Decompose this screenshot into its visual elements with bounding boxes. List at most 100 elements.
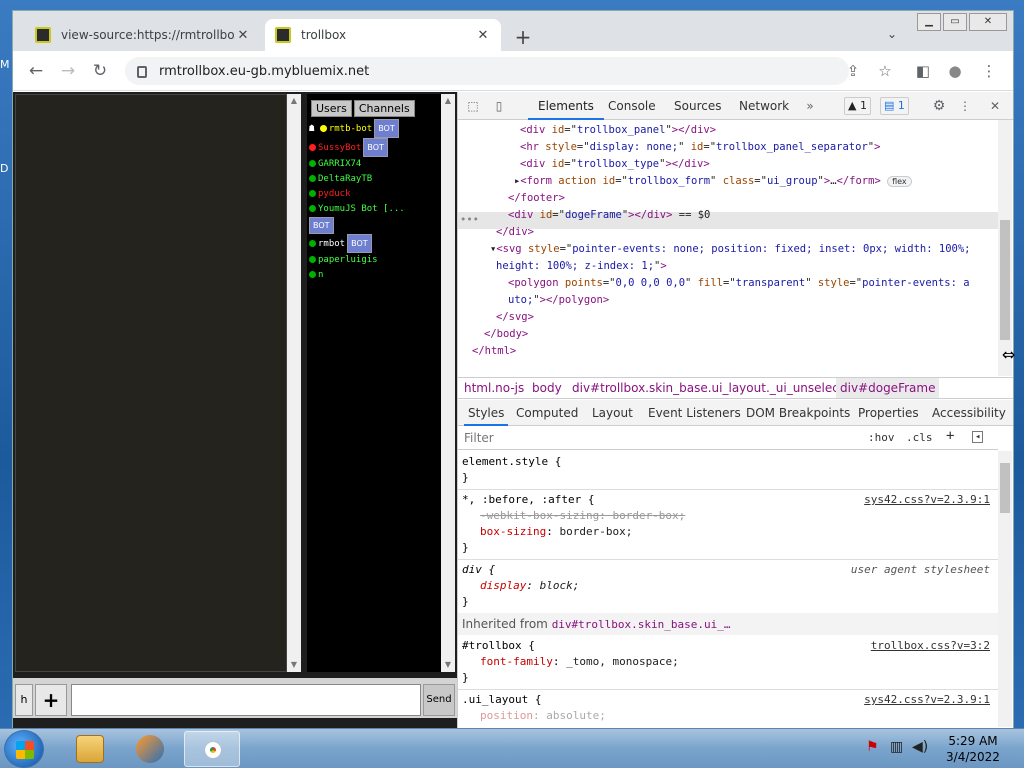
dom-node-line[interactable]: <div id="trollbox_panel"></div> [520,124,716,136]
tab-computed[interactable]: Computed [516,400,578,426]
new-rule-icon[interactable]: + [946,428,954,444]
new-tab-button[interactable]: + [513,25,533,49]
tab-accessibility[interactable]: Accessibility [932,400,1006,426]
dom-node-line[interactable]: </svg> [496,311,534,323]
scroll-up-icon[interactable]: ▲ [287,94,301,108]
dom-node-line[interactable]: </footer> [508,192,565,204]
tab-channels[interactable]: Channels [353,100,415,117]
action-center-flag-icon[interactable]: ⚑ [866,739,879,759]
messages-badge[interactable]: ▤ 1 [880,97,909,115]
user-list-item[interactable]: SussyBot BOT [309,138,441,157]
tab-properties[interactable]: Properties [858,400,919,426]
css-property[interactable]: position: absolute; [480,709,606,722]
add-button[interactable]: + [35,684,67,716]
hover-state-toggle[interactable]: :hov [868,431,895,444]
warnings-badge[interactable]: ▲ 1 [844,97,871,115]
scroll-up-icon[interactable]: ▲ [441,94,455,108]
scroll-thumb[interactable] [1000,463,1010,513]
dom-node-line[interactable]: <polygon points="0,0 0,0 0,0" fill="tran… [508,277,970,289]
tab-view-source[interactable]: view-source:https://rmtrollbox.eu ✕ [25,19,261,51]
scroll-thumb[interactable] [1000,220,1010,340]
start-button[interactable] [4,730,44,768]
dom-node-line[interactable]: <hr style="display: none;" id="trollbox_… [520,141,880,153]
dom-node-line[interactable]: height: 100%; z-index: 1;"> [496,260,667,272]
css-property[interactable]: font-family: _tomo, monospace; [480,655,679,668]
profile-avatar-icon[interactable]: ● [945,61,965,81]
users-scrollbar[interactable]: ▲ ▼ [441,94,455,672]
dom-scrollbar[interactable] [998,120,1012,376]
tab-trollbox[interactable]: trollbox ✕ [265,19,501,51]
user-list-item[interactable]: DeltaRayTB [309,172,441,187]
styles-filter-input[interactable]: Filter [464,431,854,447]
minimize-button[interactable]: ▁ [917,13,941,31]
inherited-from-link[interactable]: div#trollbox.skin_base.ui_… [552,618,731,631]
user-list-item[interactable]: rmbot BOT [309,234,441,253]
dom-node-line[interactable]: uto;"></polygon> [508,294,609,306]
user-list-item[interactable]: paperluigis [309,253,441,268]
rule-selector[interactable]: #trollbox { [462,639,535,652]
tab-styles[interactable]: Styles [464,400,509,426]
dom-node-line[interactable]: ▸<form action id="trollbox_form" class="… [514,175,912,187]
user-list-item[interactable]: YoumuJS Bot [... [309,202,441,217]
rule-selector[interactable]: element.style { [462,455,561,468]
close-tab-icon[interactable]: ✕ [235,28,251,43]
css-property[interactable]: top: 0; [480,725,526,727]
close-devtools-icon[interactable]: ✕ [986,97,1004,115]
close-tab-icon[interactable]: ✕ [475,28,491,43]
tab-layout[interactable]: Layout [592,400,633,426]
h-button[interactable]: h [15,684,33,716]
dom-node-line[interactable]: <div id="trollbox_type"></div> [520,158,710,170]
tab-network[interactable]: Network [739,92,789,120]
bookmark-star-icon[interactable]: ☆ [875,61,895,81]
close-window-button[interactable]: ✕ [969,13,1007,31]
rule-source-link[interactable]: sys42.css?v=2.3.9:1 [864,493,990,506]
selected-node-ellipsis[interactable]: ••• [460,214,479,226]
devtools-menu-icon[interactable]: ⋮ [958,97,972,115]
rule-selector[interactable]: div { [462,563,495,576]
dom-node-line[interactable]: <div id="dogeFrame"></div> == $0 [508,209,710,221]
overridden-property[interactable]: -webkit-box-sizing: border-box; [480,509,685,522]
forward-button[interactable]: → [57,61,79,81]
tab-elements[interactable]: Elements [528,92,604,120]
taskbar-chrome[interactable] [184,731,240,767]
breadcrumb-html[interactable]: html.no-js [464,378,524,398]
address-bar[interactable]: rmtrollbox.eu-gb.mybluemix.net [125,57,849,85]
side-panel-icon[interactable]: ◧ [913,61,933,81]
back-button[interactable]: ← [25,61,47,81]
browser-menu-icon[interactable]: ⋮ [979,61,999,81]
chat-message-input[interactable] [71,684,421,716]
dom-node-line[interactable]: ▾<svg style="pointer-events: none; posit… [490,243,970,255]
breadcrumb-body[interactable]: body [532,378,562,398]
tab-console[interactable]: Console [608,92,656,120]
taskbar-explorer[interactable] [62,731,118,767]
taskbar-media-player[interactable] [122,731,178,767]
tab-search-dropdown-icon[interactable]: ⌄ [887,27,897,41]
user-list-item[interactable]: pyduck [309,187,441,202]
breadcrumb-trollbox[interactable]: div#trollbox.skin_base.ui_layout._ui_uns… [572,378,869,398]
styles-scrollbar[interactable] [998,451,1012,727]
inspect-element-icon[interactable]: ⬚ [464,97,482,115]
scroll-down-icon[interactable]: ▼ [441,658,455,672]
css-property[interactable]: display: block; [480,579,579,592]
dom-node-line[interactable]: </body> [484,328,528,340]
rule-selector[interactable]: .ui_layout { [462,693,541,706]
tab-dom-breakpoints[interactable]: DOM Breakpoints [746,400,850,426]
reload-button[interactable]: ↻ [89,61,111,81]
chat-messages-area[interactable] [15,94,287,672]
maximize-button[interactable]: ▭ [943,13,967,31]
share-icon[interactable]: ⇪ [843,61,863,81]
rule-selector[interactable]: *, :before, :after { [462,493,594,506]
user-list-item[interactable]: n [309,268,441,283]
user-list-item[interactable]: ☗ rmtb-bot BOT [309,119,441,138]
send-button[interactable]: Send [423,684,455,716]
user-list-item[interactable]: GARRIX74 [309,157,441,172]
dom-node-line[interactable]: </div> [496,226,534,238]
dom-node-line[interactable]: </html> [472,345,516,357]
breadcrumb-dogeframe[interactable]: div#dogeFrame [836,378,940,398]
rule-source-link[interactable]: trollbox.css?v=3:2 [871,639,990,652]
dom-tree[interactable]: ••• <div id="trollbox_panel"></div> <hr s… [458,120,998,376]
chat-scrollbar[interactable]: ▲ ▼ [287,94,301,672]
device-toolbar-icon[interactable]: ▯ [490,97,508,115]
tab-users[interactable]: Users [311,100,352,117]
tab-sources[interactable]: Sources [674,92,721,120]
